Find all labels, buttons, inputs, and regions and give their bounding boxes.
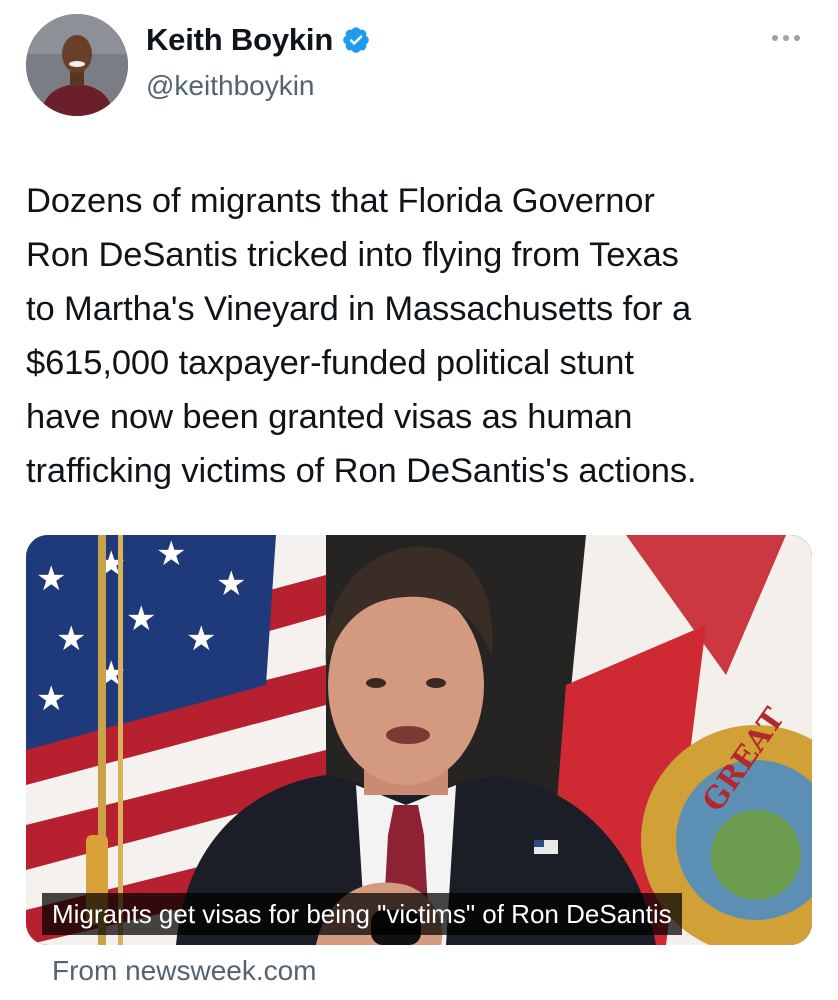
svg-text:★: ★ <box>36 679 66 719</box>
author-display-name[interactable]: Keith Boykin <box>146 22 333 58</box>
tweet-text-line: trafficking victims of Ron DeSantis's ac… <box>26 452 697 490</box>
svg-text:★: ★ <box>56 619 86 659</box>
author-handle[interactable]: @keithboykin <box>146 70 315 102</box>
avatar-image <box>26 14 128 116</box>
more-dot <box>772 35 778 41</box>
tweet-text-line: have now been granted visas as human <box>26 398 633 436</box>
more-options-icon[interactable] <box>772 28 812 48</box>
more-dot <box>783 35 789 41</box>
tweet-text: Dozens of migrants that Florida Governor… <box>26 174 816 498</box>
avatar[interactable] <box>26 14 128 116</box>
tweet-text-line: Ron DeSantis tricked into flying from Te… <box>26 236 679 274</box>
tweet-text-line: $615,000 taxpayer-funded political stunt <box>26 344 634 382</box>
svg-text:★: ★ <box>126 599 156 639</box>
link-card-caption: Migrants get visas for being "victims" o… <box>42 893 682 935</box>
author-name-row[interactable]: Keith Boykin <box>146 22 371 58</box>
svg-text:★: ★ <box>156 535 186 574</box>
svg-text:★: ★ <box>186 619 216 659</box>
link-card-source[interactable]: From newsweek.com <box>52 955 317 987</box>
verified-badge-icon <box>341 25 371 55</box>
press-conference-photo: ★ ★ ★★ ★ ★ ★ ★★ GREAT <box>26 535 812 945</box>
tweet[interactable]: Keith Boykin @keithboykin Dozens of migr… <box>0 0 838 1000</box>
svg-text:★: ★ <box>36 559 66 599</box>
link-card-image[interactable]: ★ ★ ★ ★ ★ ★ ★ ★ ★ GREAT Migrants get vis… <box>26 535 812 945</box>
tweet-text-line: to Martha's Vineyard in Massachusetts fo… <box>26 290 692 328</box>
more-dot <box>794 35 800 41</box>
svg-text:★: ★ <box>216 564 246 604</box>
tweet-text-line: Dozens of migrants that Florida Governor <box>26 182 655 220</box>
